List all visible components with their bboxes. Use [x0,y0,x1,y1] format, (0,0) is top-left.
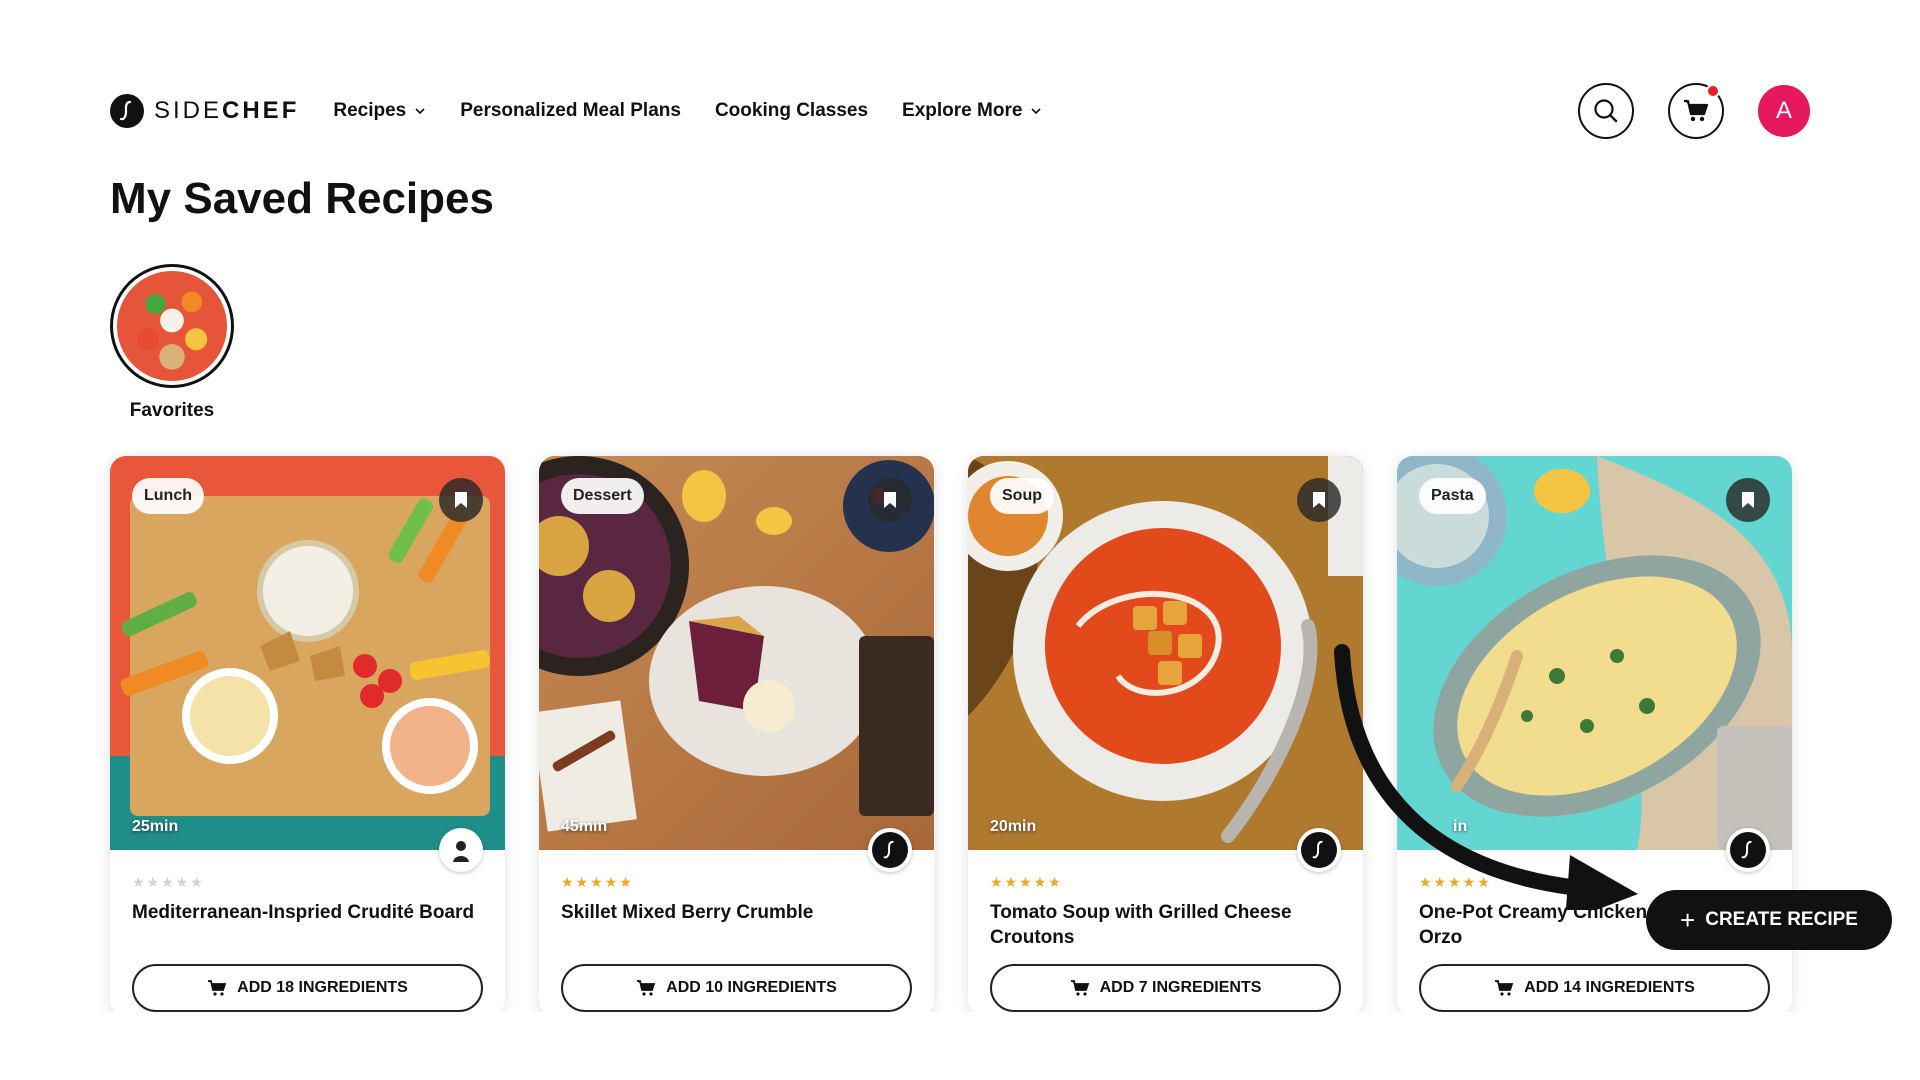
main-nav: Recipes Personalized Meal Plans Cooking … [333,100,1042,122]
category-badge: Lunch [132,478,204,514]
rating-stars: ★★★★★ [561,874,634,890]
sidechef-logo-icon [110,94,144,128]
recipe-card-grid: Lunch 25min ★★★★★ Mediterranean-Inspried… [110,456,1792,1016]
bookmark-icon [1742,492,1754,508]
add-ingredients-label: ADD 10 INGREDIENTS [666,979,837,996]
category-badge: Dessert [561,478,644,514]
bookmark-button[interactable] [1726,478,1770,522]
rating-stars: ★★★★★ [990,874,1063,890]
bookmark-button[interactable] [439,478,483,522]
create-recipe-button[interactable]: + CREATE RECIPE [1646,890,1892,950]
cart-add-icon [208,980,227,996]
recipe-card[interactable]: Lunch 25min ★★★★★ Mediterranean-Inspried… [110,456,505,1016]
rating-stars: ★★★★★ [132,874,205,890]
cook-time: 25min [132,818,179,835]
creator-avatar[interactable] [868,828,912,872]
add-ingredients-label: ADD 14 INGREDIENTS [1524,979,1695,996]
cook-time: 45min [561,818,608,835]
bookmark-icon [884,492,896,508]
recipe-title[interactable]: Tomato Soup with Grilled Cheese Croutons [990,900,1341,950]
cart-icon [1684,99,1709,122]
category-badge: Pasta [1419,478,1486,514]
creator-avatar[interactable] [1726,828,1770,872]
recipe-title[interactable]: Mediterranean-Inspried Crudité Board [132,900,483,925]
sidechef-logo-icon [1301,832,1337,868]
chevron-down-icon [415,108,425,115]
chevron-down-icon [1031,108,1041,115]
cook-time: in [1453,818,1468,835]
nav-cooking-classes[interactable]: Cooking Classes [715,100,868,122]
creator-avatar[interactable] [439,828,483,872]
cart-button[interactable] [1668,83,1724,139]
cart-add-icon [637,980,656,996]
category-badge: Soup [990,478,1054,514]
nav-meal-plans-label: Personalized Meal Plans [460,100,681,121]
nav-cooking-classes-label: Cooking Classes [714,100,869,121]
nav-explore-more[interactable]: Explore More [902,100,1042,122]
cart-add-icon [1070,980,1089,996]
nav-recipes-label: Recipes [333,100,407,121]
logo-wordmark: SIDECHEF [154,97,300,124]
add-ingredients-button[interactable]: ADD 18 INGREDIENTS [132,964,483,1012]
nav-meal-plans[interactable]: Personalized Meal Plans [460,100,681,122]
nav-recipes[interactable]: Recipes [333,100,426,122]
bookmark-button[interactable] [868,478,912,522]
add-ingredients-button[interactable]: ADD 10 INGREDIENTS [561,964,912,1012]
page-title: My Saved Recipes [110,174,494,223]
bookmark-button[interactable] [1297,478,1341,522]
add-ingredients-label: ADD 7 INGREDIENTS [1099,979,1262,996]
recipe-card[interactable]: Soup 20min ★★★★★ Tomato Soup with Grille… [968,456,1363,1016]
rating-stars: ★★★★★ [1419,874,1492,890]
bookmark-icon [1313,492,1325,508]
chef-avatar-icon [453,841,469,862]
sidechef-logo[interactable]: SIDECHEF [110,94,299,128]
cart-add-icon [1495,980,1514,996]
add-ingredients-button[interactable]: ADD 7 INGREDIENTS [990,964,1341,1012]
sidechef-logo-icon [1730,832,1766,868]
plus-icon: + [1680,905,1696,935]
search-icon [1594,99,1618,123]
search-button[interactable] [1578,83,1634,139]
bookmark-icon [455,492,467,508]
recipe-card[interactable]: Dessert 45min ★★★★★ Skillet Mixed Berry … [539,456,934,1016]
user-avatar[interactable]: A [1758,85,1810,137]
create-recipe-label: CREATE RECIPE [1705,909,1858,930]
recipe-title[interactable]: Skillet Mixed Berry Crumble [561,900,912,925]
creator-avatar[interactable] [1297,828,1341,872]
cart-notification-dot [1706,84,1720,98]
add-ingredients-label: ADD 18 INGREDIENTS [237,979,408,996]
collection-thumbnail [110,264,234,388]
header-actions: A [1578,83,1810,139]
nav-explore-more-label: Explore More [902,100,1023,121]
cook-time: 20min [990,818,1037,835]
site-header: SIDECHEF Recipes Personalized Meal Plans… [110,80,1810,142]
collection-favorites[interactable]: Favorites [110,264,234,422]
collection-label: Favorites [129,400,215,421]
add-ingredients-button[interactable]: ADD 14 INGREDIENTS [1419,964,1770,1012]
bottom-crop [0,1012,1920,1080]
collection-image [117,271,227,381]
sidechef-logo-icon [872,832,908,868]
